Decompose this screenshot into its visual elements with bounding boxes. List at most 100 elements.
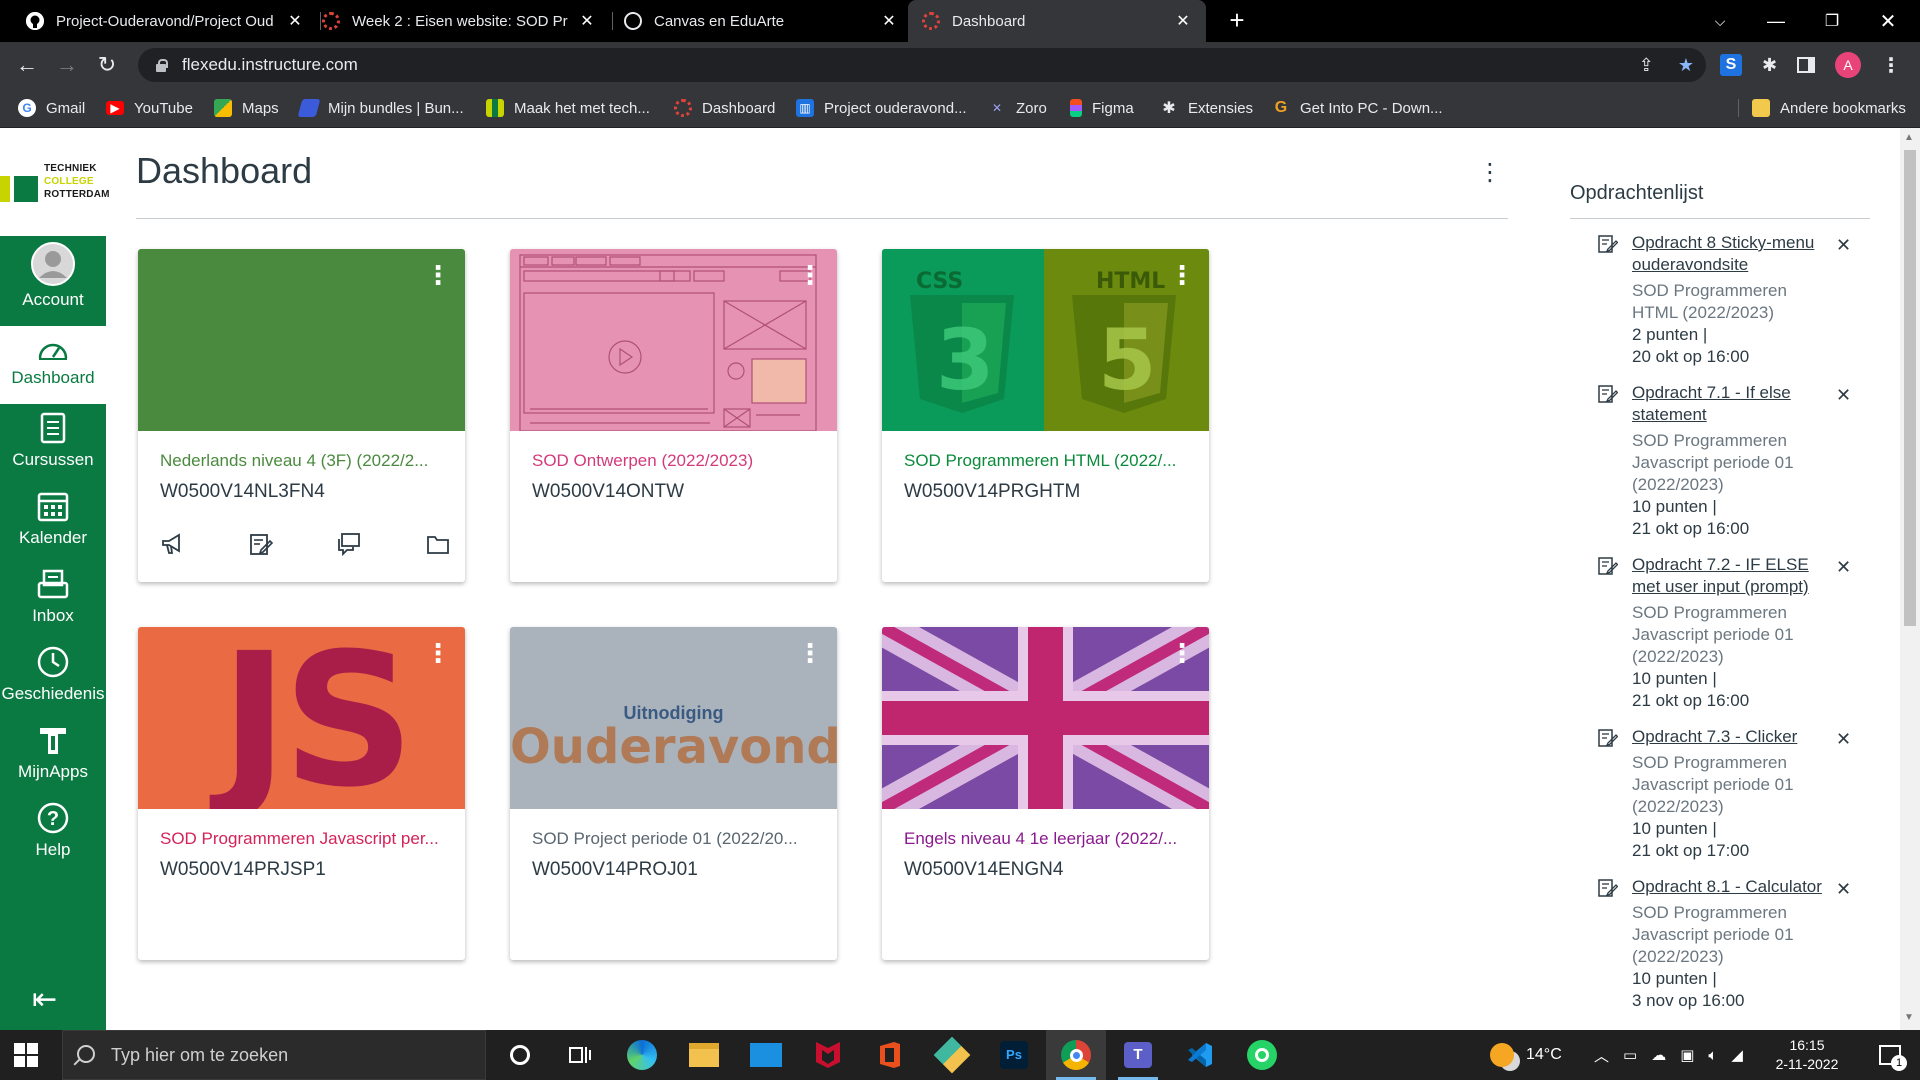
cortana-icon[interactable] [490,1030,550,1080]
course-title[interactable]: SOD Ontwerpen (2022/2023) [532,451,822,471]
windows-start-icon[interactable] [14,1043,38,1067]
file-explorer-icon[interactable] [674,1030,734,1080]
extension-s-icon[interactable]: S [1720,54,1742,76]
battery-icon[interactable]: ▭ [1623,1046,1637,1064]
card-options-icon[interactable]: ⋮ [1169,640,1195,677]
edge-icon[interactable] [612,1030,672,1080]
bookmark-youtube[interactable]: ▶ YouTube [106,88,193,128]
minimize-button[interactable]: — [1748,0,1804,42]
dismiss-icon[interactable]: ✕ [1836,878,1851,900]
back-button[interactable]: ← [12,50,42,80]
dismiss-icon[interactable]: ✕ [1836,234,1851,256]
onedrive-icon[interactable]: ☁ [1651,1046,1666,1064]
school-logo[interactable]: TECHNIEK COLLEGE ROTTERDAM [0,128,109,236]
nav-cursussen[interactable]: Cursussen [0,410,106,488]
course-card[interactable]: Uitnodiging Ouderavond ⋮ SOD Project per… [510,627,837,960]
course-title[interactable]: SOD Programmeren HTML (2022/... [904,451,1194,471]
bookmark-maak-het[interactable]: Maak het met tech... [486,88,650,128]
scroll-down-icon[interactable]: ▼ [1904,1012,1914,1023]
course-card-hero[interactable]: JS ⋮ [138,627,465,809]
close-icon[interactable]: ✕ [880,11,898,31]
course-card[interactable]: CSS 3 HTML 5 SOD Programmeren HTML (2022… [882,249,1209,582]
course-title[interactable]: SOD Programmeren Javascript per... [160,829,450,849]
device-icon[interactable]: ▣ [1680,1046,1694,1064]
scroll-up-icon[interactable]: ▲ [1904,132,1914,143]
bookmark-zoro[interactable]: ✕ Zoro [988,88,1047,128]
dismiss-icon[interactable]: ✕ [1836,556,1851,578]
mcafee-icon[interactable] [798,1030,858,1080]
page-scrollbar[interactable]: ▲ ▼ [1900,128,1920,1030]
wifi-icon[interactable]: ◢ [1731,1046,1743,1064]
close-window-button[interactable]: ✕ [1860,0,1916,42]
taskbar-search-input[interactable]: Typ hier om te zoeken [62,1030,486,1080]
photoshop-icon[interactable]: Ps [984,1030,1044,1080]
course-card-hero[interactable]: ⋮ [510,249,837,431]
card-options-icon[interactable]: ⋮ [797,262,823,299]
close-icon[interactable]: ✕ [578,11,596,31]
bookmark-get-into-pc[interactable]: G Get Into PC - Down... [1272,88,1443,128]
course-card[interactable]: JS ⋮ SOD Programmeren Javascript per... … [138,627,465,960]
volume-icon[interactable]: 🔈︎ [1708,1047,1717,1064]
teams-icon[interactable]: T [1108,1030,1168,1080]
dashboard-options-icon[interactable]: ⋮ [1478,158,1502,188]
vscode-icon[interactable] [1170,1030,1230,1080]
nav-help[interactable]: ? Help [0,800,106,878]
dismiss-icon[interactable]: ✕ [1836,384,1851,406]
chevron-up-icon[interactable]: ︿ [1594,1045,1609,1066]
course-card-hero[interactable]: Uitnodiging Ouderavond ⋮ [510,627,837,809]
todo-link[interactable]: Opdracht 7.2 - IF ELSE met user input (p… [1632,554,1837,598]
course-card[interactable]: ⋮ Engels niveau 4 1e leerjaar (2022/... … [882,627,1209,960]
profile-avatar[interactable]: A [1835,52,1862,78]
course-card-hero[interactable]: ⋮ [138,249,465,431]
tab-search-button[interactable]: ⌵ [1692,0,1748,42]
whatsapp-icon[interactable] [1232,1030,1292,1080]
new-tab-button[interactable]: + [1222,6,1252,36]
task-view-icon[interactable] [550,1030,610,1080]
nav-inbox[interactable]: Inbox [0,566,106,644]
announcements-icon[interactable] [160,532,184,556]
discussions-icon[interactable] [337,532,361,556]
bookmark-star-icon[interactable]: ★ [1678,55,1694,76]
nav-geschiedenis[interactable]: Geschiedenis [0,644,106,722]
weather-widget[interactable]: 14°C [1490,1030,1562,1080]
todo-link[interactable]: Opdracht 8.1 - Calculator [1632,876,1837,898]
card-options-icon[interactable]: ⋮ [425,262,451,299]
bookmark-other[interactable]: Andere bookmarks [1752,88,1906,128]
side-panel-icon[interactable] [1797,57,1816,73]
puzzle-icon[interactable]: ✱ [1762,55,1777,76]
restore-button[interactable]: ❐ [1804,0,1860,42]
bookmark-maps[interactable]: Maps [214,88,279,128]
address-bar[interactable]: flexedu.instructure.com ⇪ ★ [138,48,1706,82]
bookmark-figma[interactable]: Figma [1070,88,1134,128]
close-icon[interactable]: ✕ [286,11,304,31]
course-card[interactable]: ⋮ SOD Ontwerpen (2022/2023) W0500V14ONTW [510,249,837,582]
mail-icon[interactable] [736,1030,796,1080]
tab-dashboard[interactable]: Dashboard ✕ [908,0,1206,42]
scrollbar-thumb[interactable] [1904,150,1916,626]
notifications-icon[interactable]: 1 [1860,1030,1920,1080]
course-card-hero[interactable]: ⋮ [882,627,1209,809]
tab-week2[interactable]: Week 2 : Eisen website: SOD Proj ✕ [308,0,610,42]
nav-kalender[interactable]: Kalender [0,488,106,566]
tab-github[interactable]: Project-Ouderavond/Project Oud ✕ [12,0,318,42]
course-title[interactable]: Nederlands niveau 4 (3F) (2022/2... [160,451,450,471]
bookmark-dashboard[interactable]: Dashboard [674,88,775,128]
close-icon[interactable]: ✕ [1174,11,1192,31]
todo-link[interactable]: Opdracht 7.1 - If else statement [1632,382,1837,426]
reload-button[interactable]: ↻ [92,50,122,80]
files-icon[interactable] [426,532,450,556]
card-options-icon[interactable]: ⋮ [425,640,451,677]
bookmark-gmail[interactable]: G Gmail [18,88,85,128]
forward-button[interactable]: → [52,50,82,80]
nav-dashboard[interactable]: Dashboard [0,326,106,404]
todo-link[interactable]: Opdracht 7.3 - Clicker [1632,726,1837,748]
chrome-icon[interactable] [1046,1030,1106,1080]
bookmark-project-ouderavond[interactable]: ▥ Project ouderavond... [796,88,967,128]
collapse-nav-icon[interactable]: ⇤ [32,982,57,1017]
office-icon[interactable] [860,1030,920,1080]
taskbar-clock[interactable]: 16:15 2-11-2022 [1762,1036,1852,1074]
course-card[interactable]: ⋮ Nederlands niveau 4 (3F) (2022/2... W0… [138,249,465,582]
course-title[interactable]: Engels niveau 4 1e leerjaar (2022/... [904,829,1194,849]
course-card-hero[interactable]: CSS 3 HTML 5 [882,249,1209,431]
bookmark-bundles[interactable]: Mijn bundles | Bun... [297,88,464,128]
